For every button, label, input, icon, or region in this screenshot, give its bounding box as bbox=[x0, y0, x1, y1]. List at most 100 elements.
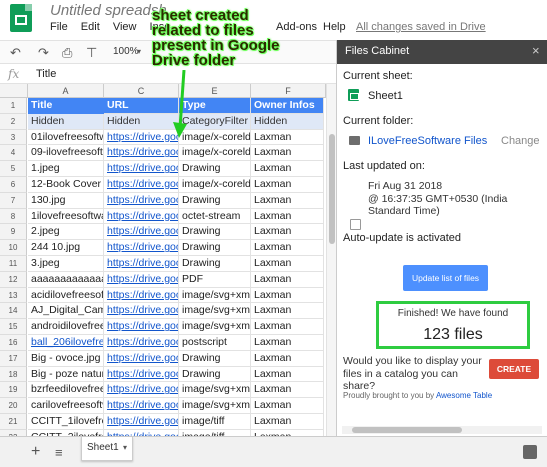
cell-url[interactable]: https://drive.goog bbox=[104, 414, 179, 430]
cell-type[interactable]: image/svg+xml bbox=[179, 398, 251, 414]
cell-type[interactable]: image/svg+xml bbox=[179, 319, 251, 335]
row-number[interactable]: 20 bbox=[0, 398, 27, 414]
cell-title[interactable]: aaaaaaaaaaaaaaa bbox=[28, 271, 104, 288]
cell-owner[interactable]: Laxman bbox=[251, 414, 324, 430]
sheets-logo-icon[interactable] bbox=[10, 4, 32, 32]
row-number[interactable]: 12 bbox=[0, 271, 27, 288]
sidebar-horizontal-scrollbar[interactable] bbox=[342, 426, 542, 434]
cell-title[interactable]: bzrfeedilovefrees bbox=[28, 382, 104, 399]
cell-url[interactable]: https://drive.goog bbox=[104, 208, 179, 225]
cell-type[interactable]: image/svg+xml bbox=[179, 287, 251, 304]
close-icon[interactable]: × bbox=[532, 43, 540, 58]
cell-url[interactable]: https://drive.goog bbox=[104, 129, 179, 146]
row-number[interactable]: 5 bbox=[0, 161, 27, 177]
cell-title[interactable]: 2.jpeg bbox=[28, 224, 104, 241]
add-sheet-icon[interactable]: + bbox=[31, 443, 40, 461]
cell-type[interactable]: octet-stream bbox=[179, 208, 251, 225]
column-header-c[interactable]: C bbox=[104, 84, 179, 98]
cell-url[interactable]: https://drive.goog bbox=[104, 224, 179, 241]
column-header-a[interactable]: A bbox=[28, 84, 104, 98]
column-header-f[interactable]: F bbox=[251, 84, 326, 98]
cell-owner[interactable]: Laxman bbox=[251, 161, 324, 177]
cell-owner[interactable]: Laxman bbox=[251, 271, 324, 288]
cell-title[interactable]: Title bbox=[28, 98, 104, 114]
cell-type[interactable]: image/svg+xml bbox=[179, 303, 251, 320]
cell-type[interactable]: Drawing bbox=[179, 350, 251, 367]
cell-type[interactable]: Drawing bbox=[179, 224, 251, 241]
row-number[interactable]: 8 bbox=[0, 208, 27, 225]
cell-url[interactable]: https://drive.goog bbox=[104, 366, 179, 383]
row-number[interactable]: 18 bbox=[0, 366, 27, 383]
row-number[interactable]: 14 bbox=[0, 303, 27, 320]
cell-title[interactable]: Big - poze natura bbox=[28, 366, 104, 383]
document-title[interactable]: Untitled spreadsh bbox=[50, 2, 167, 19]
cell-type[interactable]: PDF bbox=[179, 271, 251, 288]
cell-title[interactable]: Big - ovoce.jpg bbox=[28, 350, 104, 367]
redo-icon[interactable]: ↷ bbox=[38, 45, 49, 61]
cell-type[interactable]: image/x-coreldra bbox=[179, 145, 251, 162]
cell-title[interactable]: 1.jpeg bbox=[28, 161, 104, 177]
awesome-table-link[interactable]: Awesome Table bbox=[436, 391, 492, 400]
row-number[interactable]: 15 bbox=[0, 319, 27, 335]
row-number[interactable]: 7 bbox=[0, 192, 27, 209]
cell-type[interactable]: postscript bbox=[179, 335, 251, 351]
row-number[interactable]: 13 bbox=[0, 287, 27, 304]
cell-title[interactable]: 3.jpeg bbox=[28, 256, 104, 272]
cell-type[interactable]: image/x-coreldra bbox=[179, 177, 251, 193]
change-folder-link[interactable]: Change bbox=[501, 135, 540, 147]
cell-owner[interactable]: Laxman bbox=[251, 192, 324, 209]
menu-help[interactable]: Help bbox=[323, 21, 346, 33]
create-button[interactable]: CREATE bbox=[489, 359, 539, 379]
cell-title[interactable]: 09-ilovefreesoftw bbox=[28, 145, 104, 162]
update-list-button[interactable]: Update list of files bbox=[403, 265, 488, 291]
cell-type[interactable]: image/tiff bbox=[179, 414, 251, 430]
cell-type[interactable]: Drawing bbox=[179, 161, 251, 177]
cell-url[interactable]: https://drive.goog bbox=[104, 240, 179, 256]
cell-url[interactable]: https://drive.goog bbox=[104, 287, 179, 304]
corner-cell[interactable] bbox=[0, 84, 28, 98]
sheet-grid[interactable]: A C E F 1 Title URL Type Owner Infos 2 Hidden H… bbox=[0, 84, 336, 436]
cell-url[interactable]: https://drive.goog bbox=[104, 319, 179, 335]
scrollbar-thumb[interactable] bbox=[329, 134, 335, 244]
cell-url[interactable]: https://drive.goog bbox=[104, 145, 179, 162]
formula-input[interactable]: Title bbox=[36, 68, 56, 80]
paint-format-icon[interactable]: ⊤ bbox=[86, 45, 97, 61]
row-number[interactable]: 11 bbox=[0, 256, 27, 272]
cell-title[interactable]: 12-Book Cover (I bbox=[28, 177, 104, 193]
cell-type[interactable]: Drawing bbox=[179, 366, 251, 383]
row-number[interactable]: 19 bbox=[0, 382, 27, 399]
cell-owner[interactable]: Laxman bbox=[251, 366, 324, 383]
row-number[interactable]: 2 bbox=[0, 113, 27, 130]
cell-url[interactable]: Hidden bbox=[104, 113, 179, 130]
cell-url[interactable]: https://drive.goog bbox=[104, 192, 179, 209]
row-number[interactable]: 17 bbox=[0, 350, 27, 367]
cell-title[interactable]: carilovefreesoftw bbox=[28, 398, 104, 414]
explore-icon[interactable] bbox=[523, 445, 537, 459]
cell-url[interactable]: https://drive.goog bbox=[104, 398, 179, 414]
cell-owner[interactable]: Laxman bbox=[251, 129, 324, 146]
cell-owner[interactable]: Laxman bbox=[251, 145, 324, 162]
cell-owner[interactable]: Laxman bbox=[251, 208, 324, 225]
cell-url[interactable]: URL bbox=[104, 98, 179, 114]
cell-url[interactable]: https://drive.goog bbox=[104, 161, 179, 177]
cell-title[interactable]: ball_206ilovefree bbox=[28, 335, 104, 351]
cell-owner[interactable]: Laxman bbox=[251, 256, 324, 272]
row-number[interactable]: 21 bbox=[0, 414, 27, 430]
row-number[interactable]: 16 bbox=[0, 335, 27, 351]
zoom-select[interactable]: 100% bbox=[113, 46, 139, 57]
cell-owner[interactable]: Laxman bbox=[251, 177, 324, 193]
cell-title[interactable]: 01ilovefreesoftwa bbox=[28, 129, 104, 146]
row-number[interactable]: 4 bbox=[0, 145, 27, 162]
vertical-scrollbar[interactable] bbox=[326, 84, 336, 436]
chevron-down-icon[interactable]: ▾ bbox=[123, 443, 127, 452]
cell-url[interactable]: https://drive.goog bbox=[104, 335, 179, 351]
print-icon[interactable]: ⎙ bbox=[62, 45, 72, 61]
cell-owner[interactable]: Laxman bbox=[251, 303, 324, 320]
cell-url[interactable]: https://drive.goog bbox=[104, 271, 179, 288]
row-number[interactable]: 6 bbox=[0, 177, 27, 193]
scrollbar-thumb[interactable] bbox=[352, 427, 462, 433]
cell-title[interactable]: 244 10.jpg bbox=[28, 240, 104, 256]
cell-owner[interactable]: Owner Infos bbox=[251, 98, 324, 114]
cell-title[interactable]: Hidden bbox=[28, 113, 104, 130]
cell-owner[interactable]: Laxman bbox=[251, 350, 324, 367]
